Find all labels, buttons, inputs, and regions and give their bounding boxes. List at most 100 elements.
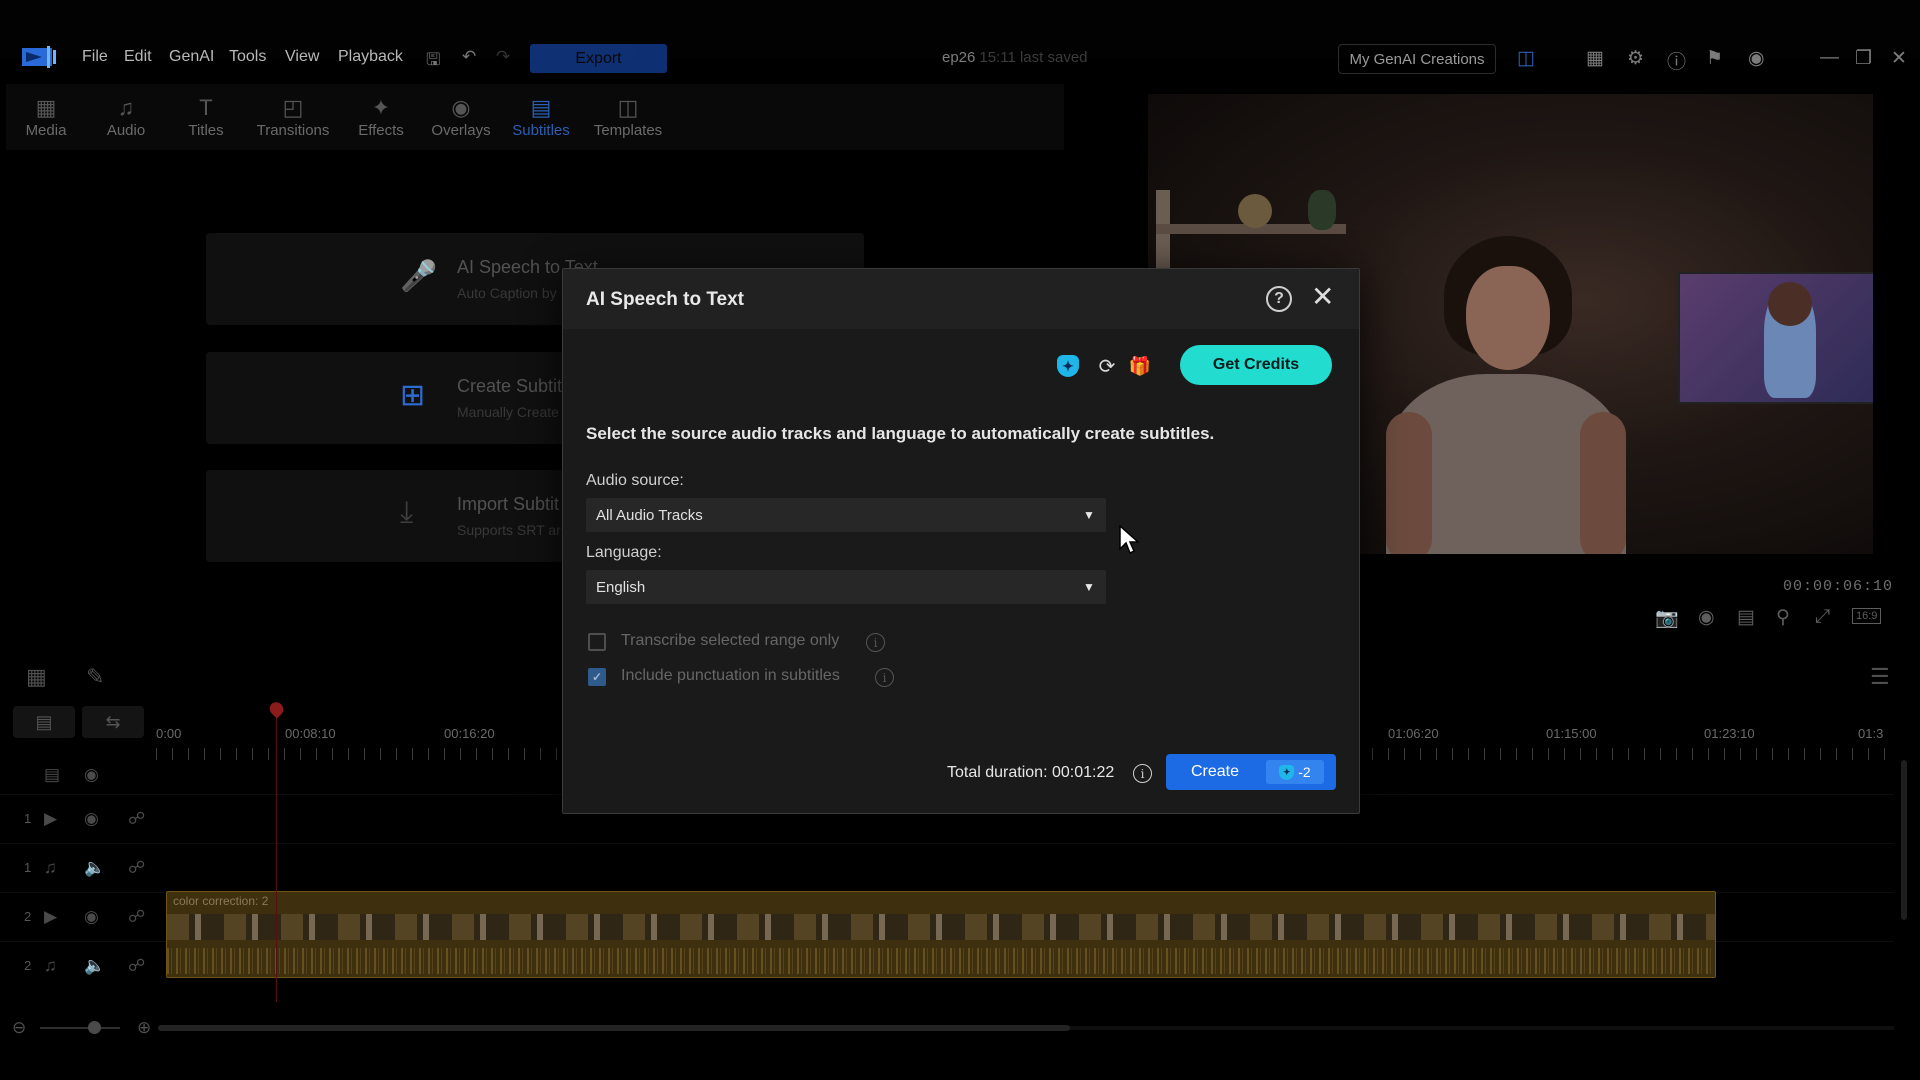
track-manager-button[interactable]: ▤ bbox=[13, 706, 75, 738]
notification-icon[interactable]: ⚑ bbox=[1706, 47, 1723, 70]
ruler-label: 01:06:20 bbox=[1388, 726, 1439, 741]
audio-source-value: All Audio Tracks bbox=[596, 506, 703, 524]
speaker-icon[interactable]: 🔈 bbox=[84, 858, 105, 878]
undo-icon[interactable]: ↶ bbox=[462, 47, 476, 67]
snapshot-icon[interactable]: 📷 bbox=[1655, 606, 1679, 630]
split-button[interactable]: ⇆ bbox=[82, 706, 144, 738]
lock-icon[interactable]: ☍ bbox=[128, 809, 145, 829]
ai-assistant-icon[interactable]: ◫ bbox=[1517, 47, 1535, 70]
zoom-slider-handle[interactable] bbox=[88, 1021, 101, 1034]
playhead[interactable] bbox=[276, 712, 277, 1002]
app-logo-icon bbox=[22, 46, 56, 68]
aspect-ratio-button[interactable]: 16:9 bbox=[1852, 608, 1882, 624]
eye-icon[interactable]: ◉ bbox=[84, 907, 99, 927]
playhead-handle[interactable] bbox=[266, 699, 287, 719]
tab-templates[interactable]: ◫ Templates bbox=[588, 94, 668, 139]
effects-icon: ✦ bbox=[371, 95, 391, 120]
window-close-icon[interactable]: ✕ bbox=[1891, 47, 1907, 70]
include-punctuation-checkbox[interactable]: ✓ bbox=[588, 668, 606, 686]
card-subtitle: Supports SRT ar bbox=[457, 522, 561, 538]
tab-subtitles[interactable]: ▤ Subtitles bbox=[501, 94, 581, 139]
chevron-down-icon: ▼ bbox=[1083, 580, 1095, 594]
playback-quality-icon[interactable]: ◉ bbox=[1698, 606, 1715, 629]
tab-effects[interactable]: ✦ Effects bbox=[341, 94, 421, 139]
subtitles-toggle-icon[interactable]: ▤ bbox=[1737, 606, 1755, 629]
track-number: 2 bbox=[24, 958, 32, 973]
audio-source-select[interactable]: All Audio Tracks ▼ bbox=[586, 498, 1106, 532]
restore-icon[interactable]: ❐ bbox=[1855, 47, 1872, 70]
create-button[interactable]: Create ✦ -2 bbox=[1166, 754, 1336, 790]
minimize-icon[interactable]: — bbox=[1820, 47, 1839, 69]
project-name: ep26 bbox=[942, 49, 976, 66]
menu-view[interactable]: View bbox=[285, 48, 319, 66]
subtitles-icon: ▤ bbox=[530, 95, 552, 120]
menu-file[interactable]: File bbox=[82, 48, 108, 66]
clip-label: color correction: 2 bbox=[173, 894, 269, 908]
close-icon[interactable]: ✕ bbox=[1311, 281, 1334, 313]
audio-track-icon: ♫ bbox=[44, 956, 57, 975]
tab-audio[interactable]: ♫ Audio bbox=[86, 94, 166, 139]
credits-icon: ✦ bbox=[1055, 353, 1081, 379]
zoom-out-icon[interactable]: ⊖ bbox=[12, 1018, 26, 1038]
info-icon[interactable]: i bbox=[1133, 764, 1152, 783]
lock-icon[interactable]: ☍ bbox=[128, 956, 145, 976]
eye-icon[interactable]: ◉ bbox=[84, 765, 99, 785]
fullscreen-icon[interactable]: ⤢ bbox=[1815, 606, 1830, 628]
tab-label: Media bbox=[25, 122, 67, 139]
transcribe-range-label: Transcribe selected range only bbox=[621, 632, 840, 649]
menu-tools[interactable]: Tools bbox=[229, 48, 266, 66]
microphone-icon: 🎤 bbox=[400, 260, 438, 293]
zoom-in-icon[interactable]: ⊕ bbox=[137, 1018, 151, 1038]
plant-decoration bbox=[1308, 190, 1336, 230]
account-icon[interactable]: ◉ bbox=[1748, 47, 1765, 70]
card-subtitle: Auto Caption by bbox=[457, 285, 557, 301]
gear-icon[interactable]: ⚙ bbox=[1627, 47, 1644, 70]
clip-audio-waveform bbox=[167, 948, 1715, 974]
menu-genai[interactable]: GenAI bbox=[169, 48, 214, 66]
language-select[interactable]: English ▼ bbox=[586, 570, 1106, 604]
timeline-settings-icon[interactable]: ☰ bbox=[1870, 664, 1890, 690]
tab-label: Subtitles bbox=[512, 122, 570, 139]
menu-playback[interactable]: Playback bbox=[338, 48, 403, 66]
get-credits-button[interactable]: Get Credits bbox=[1180, 345, 1332, 385]
tab-overlays[interactable]: ◉ Overlays bbox=[421, 94, 501, 139]
export-button[interactable]: Export bbox=[530, 44, 667, 73]
info-icon[interactable]: i bbox=[866, 633, 885, 652]
timeline-fit-icon[interactable]: ▦ bbox=[26, 664, 47, 690]
timeline-horizontal-scrollbar[interactable] bbox=[158, 1025, 1070, 1031]
overlays-icon: ◉ bbox=[451, 95, 471, 120]
eye-icon[interactable]: ◉ bbox=[84, 809, 99, 829]
templates-icon: ◫ bbox=[617, 95, 639, 120]
transcribe-range-checkbox[interactable] bbox=[588, 633, 606, 651]
gift-icon[interactable]: 🎁 bbox=[1127, 353, 1153, 379]
zoom-slider-track[interactable] bbox=[40, 1027, 120, 1029]
lock-icon[interactable]: ☍ bbox=[128, 858, 145, 878]
ruler-label: 00:08:10 bbox=[285, 726, 336, 741]
marker-pen-icon[interactable]: ✎ bbox=[86, 664, 104, 690]
my-genai-creations-button[interactable]: My GenAI Creations bbox=[1338, 44, 1496, 74]
dialog-header: AI Speech to Text ? ✕ bbox=[563, 269, 1359, 329]
tab-titles[interactable]: T Titles bbox=[166, 94, 246, 139]
lock-icon[interactable]: ☍ bbox=[128, 907, 145, 927]
menu-edit[interactable]: Edit bbox=[124, 48, 152, 66]
zoom-preview-icon[interactable]: ⚲ bbox=[1776, 606, 1790, 629]
save-icon[interactable]: 🖫 bbox=[426, 47, 440, 76]
speaker-icon[interactable]: 🔈 bbox=[84, 956, 105, 976]
timeline-vertical-scrollbar[interactable] bbox=[1901, 760, 1907, 920]
timeline-clip[interactable]: color correction: 2 bbox=[166, 891, 1716, 978]
credits-icon: ✦ bbox=[1279, 764, 1295, 780]
tab-label: Overlays bbox=[431, 122, 491, 139]
refresh-icon[interactable]: ⟳ bbox=[1094, 353, 1120, 379]
project-title: ep26 15:11 last saved bbox=[942, 49, 1088, 66]
ruler-label: 0:00 bbox=[156, 726, 182, 741]
layout-icon[interactable]: ▦ bbox=[1586, 47, 1604, 70]
tab-transitions[interactable]: ◰ Transitions bbox=[253, 94, 333, 139]
card-title: Import Subtit bbox=[457, 494, 560, 514]
tab-media[interactable]: ▦ Media bbox=[6, 94, 86, 139]
info-icon[interactable]: i bbox=[875, 668, 894, 687]
transitions-icon: ◰ bbox=[282, 95, 304, 120]
track-row-audio-1: 1 ♫ 🔈 ☍ bbox=[0, 843, 1894, 891]
help-icon[interactable]: ? bbox=[1266, 286, 1292, 312]
redo-icon[interactable]: ↷ bbox=[496, 47, 510, 67]
help-icon[interactable]: ⓘ bbox=[1667, 47, 1686, 74]
